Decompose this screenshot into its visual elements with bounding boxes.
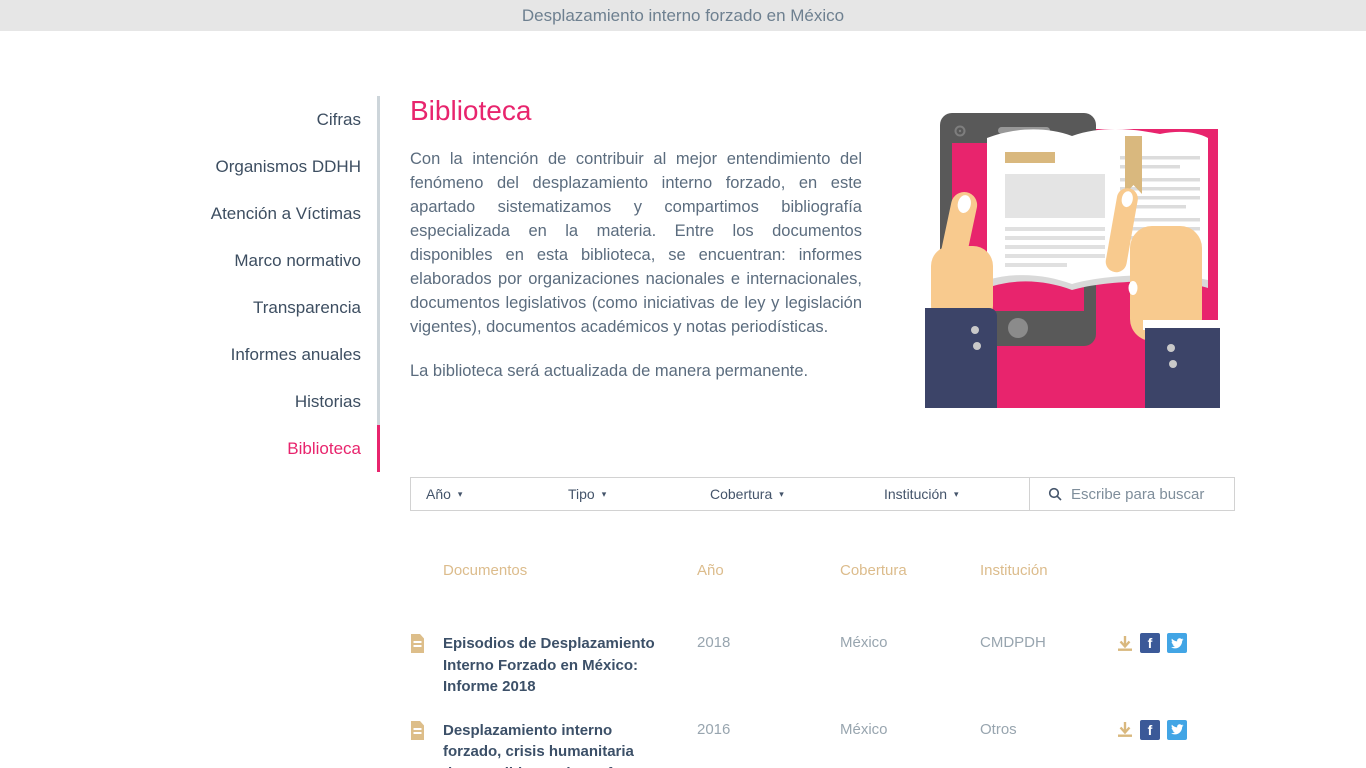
content-wrapper: Cifras Organismos DDHH Atención a Víctim… xyxy=(0,31,1366,768)
sidebar-item-transparencia[interactable]: Transparencia xyxy=(0,284,380,331)
main-content: Biblioteca Con la intención de contribui… xyxy=(410,95,1235,768)
download-icon[interactable] xyxy=(1117,721,1133,738)
intro-paragraph-2: La biblioteca será actualizada de manera… xyxy=(410,361,809,380)
sidebar-item-cifras[interactable]: Cifras xyxy=(0,96,380,143)
sidebar-item-informes-anuales[interactable]: Informes anuales xyxy=(0,331,380,378)
facebook-icon[interactable]: f xyxy=(1140,633,1160,653)
sidebar: Cifras Organismos DDHH Atención a Víctim… xyxy=(0,96,380,768)
sidebar-item-organismos-ddhh[interactable]: Organismos DDHH xyxy=(0,143,380,190)
column-header-documentos: Documentos xyxy=(443,562,528,579)
filter-dropdown-institucion[interactable]: Institución ▾ xyxy=(869,478,1029,510)
page-header-title: Desplazamiento interno forzado en México xyxy=(521,5,845,25)
table-row: Episodios de Desplazamiento Interno Forz… xyxy=(410,633,1235,698)
sidebar-nav: Cifras Organismos DDHH Atención a Víctim… xyxy=(0,96,380,472)
table-row: Desplazamiento interno forzado, crisis h… xyxy=(410,719,1235,768)
caret-down-icon: ▾ xyxy=(601,488,607,499)
row-actions: f xyxy=(1117,633,1235,653)
document-year: 2016 xyxy=(697,720,731,738)
filter-label-cobertura: Cobertura xyxy=(710,486,773,502)
caret-down-icon: ▾ xyxy=(954,488,959,499)
column-header-ano: Año xyxy=(697,562,724,579)
documents-table: Documentos Año Cobertura Institución Epi… xyxy=(410,562,1235,768)
intro-section: Biblioteca Con la intención de contribui… xyxy=(410,95,1235,477)
download-icon[interactable] xyxy=(1117,635,1133,652)
sidebar-item-atencion-victimas[interactable]: Atención a Víctimas xyxy=(0,190,380,237)
document-coverage: México xyxy=(840,634,888,651)
caret-down-icon: ▾ xyxy=(457,488,463,499)
filter-bar: Año ▾ Tipo ▾ Cobertura ▾ Institución ▾ xyxy=(410,477,1235,511)
filter-dropdown-tipo[interactable]: Tipo ▾ xyxy=(553,478,695,510)
filter-dropdown-cobertura[interactable]: Cobertura ▾ xyxy=(695,478,869,510)
filter-dropdown-ano[interactable]: Año ▾ xyxy=(411,478,553,510)
document-icon xyxy=(410,633,443,658)
filter-label-tipo: Tipo xyxy=(568,486,595,502)
twitter-icon[interactable] xyxy=(1167,719,1187,740)
facebook-icon[interactable]: f xyxy=(1140,719,1160,740)
library-illustration xyxy=(925,113,1220,408)
document-icon xyxy=(410,720,443,745)
caret-down-icon: ▾ xyxy=(779,488,784,499)
search-box xyxy=(1029,478,1234,510)
page-header: Desplazamiento interno forzado en México xyxy=(0,0,1366,31)
document-title-link[interactable]: Episodios de Desplazamiento Interno Forz… xyxy=(443,633,659,698)
document-coverage: México xyxy=(840,720,888,738)
sidebar-item-marco-normativo[interactable]: Marco normativo xyxy=(0,237,380,284)
column-header-institucion: Institución xyxy=(980,562,1048,579)
intro-text: Con la intención de contribuir al mejor … xyxy=(410,147,862,383)
filter-label-ano: Año xyxy=(426,486,451,502)
document-year: 2018 xyxy=(697,634,731,651)
sidebar-item-historias[interactable]: Historias xyxy=(0,378,380,425)
row-actions: f xyxy=(1117,719,1235,740)
table-header-row: Documentos Año Cobertura Institución xyxy=(410,562,1235,579)
document-title-link[interactable]: Desplazamiento interno forzado, crisis h… xyxy=(443,720,659,768)
sidebar-item-biblioteca[interactable]: Biblioteca xyxy=(0,425,380,472)
search-input[interactable] xyxy=(1071,485,1231,503)
search-icon xyxy=(1048,487,1062,501)
filter-label-institucion: Institución xyxy=(884,486,948,502)
intro-paragraph-1: Con la intención de contribuir al mejor … xyxy=(410,149,862,336)
column-header-cobertura: Cobertura xyxy=(840,562,907,579)
document-institution: Otros xyxy=(980,720,1017,738)
twitter-icon[interactable] xyxy=(1167,633,1187,653)
document-institution: CMDPDH xyxy=(980,634,1046,651)
